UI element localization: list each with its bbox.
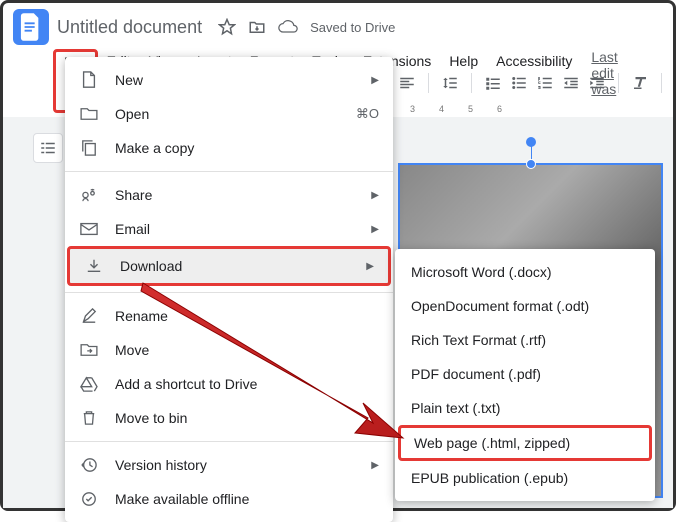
history-icon [79, 455, 99, 475]
clear-format-icon[interactable] [631, 74, 649, 92]
submenu-arrow-icon: ▶ [371, 460, 379, 471]
menu-download[interactable]: Download ▶ [67, 246, 391, 286]
download-submenu: Microsoft Word (.docx) OpenDocument form… [395, 249, 655, 501]
star-icon[interactable] [218, 18, 236, 36]
new-doc-icon [79, 70, 99, 90]
trash-icon [79, 408, 99, 428]
bullet-list-icon[interactable] [510, 74, 528, 92]
offline-icon [79, 489, 99, 509]
checklist-icon[interactable] [484, 74, 502, 92]
download-rtf[interactable]: Rich Text Format (.rtf) [395, 323, 655, 357]
download-txt[interactable]: Plain text (.txt) [395, 391, 655, 425]
menu-move[interactable]: Move [65, 333, 393, 367]
share-icon [79, 185, 99, 205]
ruler: 3456 [398, 101, 663, 117]
submenu-arrow-icon: ▶ [371, 190, 379, 201]
file-dropdown: New ▶ Open ⌘O Make a copy Share ▶ Email … [65, 57, 393, 522]
indent-increase-icon[interactable] [588, 74, 606, 92]
menu-add-shortcut[interactable]: Add a shortcut to Drive [65, 367, 393, 401]
menu-rename[interactable]: Rename [65, 299, 393, 333]
move-icon [79, 340, 99, 360]
outline-button[interactable] [33, 133, 63, 163]
menu-email[interactable]: Email ▶ [65, 212, 393, 246]
download-docx[interactable]: Microsoft Word (.docx) [395, 255, 655, 289]
menu-move-to-bin[interactable]: Move to bin [65, 401, 393, 435]
outline-icon [39, 139, 57, 157]
menu-share[interactable]: Share ▶ [65, 178, 393, 212]
line-spacing-icon[interactable] [441, 74, 459, 92]
docs-icon [20, 13, 42, 41]
download-pdf[interactable]: PDF document (.pdf) [395, 357, 655, 391]
menu-new[interactable]: New ▶ [65, 63, 393, 97]
menu-open[interactable]: Open ⌘O [65, 97, 393, 131]
email-icon [79, 219, 99, 239]
cloud-icon [278, 20, 298, 34]
indent-decrease-icon[interactable] [562, 74, 580, 92]
numbered-list-icon[interactable] [536, 74, 554, 92]
toolbar-partial [398, 73, 676, 93]
download-icon [84, 256, 104, 276]
document-title[interactable]: Untitled document [57, 17, 202, 38]
folder-icon [79, 104, 99, 124]
docs-logo[interactable] [13, 9, 49, 45]
drive-shortcut-icon [79, 374, 99, 394]
copy-icon [79, 138, 99, 158]
download-epub[interactable]: EPUB publication (.epub) [395, 461, 655, 495]
save-status: Saved to Drive [310, 20, 395, 35]
align-icon[interactable] [398, 74, 416, 92]
resize-handle-top[interactable] [526, 159, 536, 169]
move-folder-icon[interactable] [248, 18, 266, 36]
menu-make-copy[interactable]: Make a copy [65, 131, 393, 165]
download-odt[interactable]: OpenDocument format (.odt) [395, 289, 655, 323]
open-shortcut: ⌘O [356, 106, 379, 122]
rename-icon [79, 306, 99, 326]
download-html[interactable]: Web page (.html, zipped) [398, 425, 652, 461]
menu-version-history[interactable]: Version history ▶ [65, 448, 393, 482]
submenu-arrow-icon: ▶ [366, 261, 374, 272]
submenu-arrow-icon: ▶ [371, 224, 379, 235]
submenu-arrow-icon: ▶ [371, 75, 379, 86]
